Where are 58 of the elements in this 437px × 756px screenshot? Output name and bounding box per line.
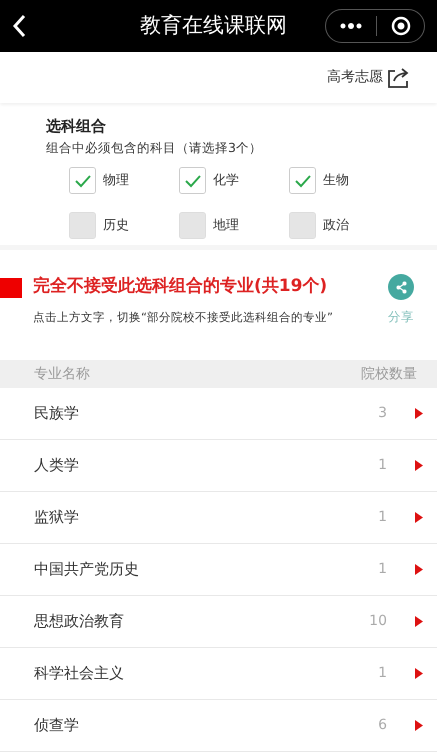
major-name: 民族学 xyxy=(34,403,79,424)
school-count: 6 xyxy=(378,716,387,735)
check-icon xyxy=(184,174,202,188)
more-icon[interactable] xyxy=(340,23,362,29)
major-name: 侦查学 xyxy=(34,715,79,736)
major-name: 科学社会主义 xyxy=(34,663,124,684)
section-hint: 组合中必须包含的科目（请选择3个） xyxy=(46,138,263,156)
subject-checkbox[interactable] xyxy=(69,167,96,194)
subject-checkbox[interactable] xyxy=(289,167,316,194)
window-title: 教育在线课联网 xyxy=(140,12,287,40)
play-arrow-icon xyxy=(415,616,423,627)
school-count: 3 xyxy=(378,404,387,423)
check-icon xyxy=(294,174,312,188)
major-row[interactable]: 民族学 3 xyxy=(0,388,437,440)
play-arrow-icon xyxy=(415,408,423,419)
subject-label: 政治 xyxy=(323,217,349,235)
play-arrow-icon xyxy=(415,512,423,523)
column-header: 院校数量 xyxy=(361,364,417,384)
subject-label: 历史 xyxy=(103,217,129,235)
major-name: 监狱学 xyxy=(34,507,79,528)
play-arrow-icon xyxy=(415,668,423,679)
back-icon[interactable] xyxy=(12,14,26,38)
subject-label: 物理 xyxy=(103,172,129,190)
major-name: 人类学 xyxy=(34,455,79,476)
major-row[interactable]: 科学社会主义 1 xyxy=(0,648,437,700)
subject-checkbox[interactable] xyxy=(179,212,206,240)
heading-marker xyxy=(0,278,22,298)
play-arrow-icon xyxy=(415,564,423,575)
major-name: 中国共产党历史 xyxy=(34,559,139,580)
play-arrow-icon xyxy=(415,720,423,731)
major-row[interactable]: 思想政治教育 10 xyxy=(0,596,437,648)
section-title: 选科组合 xyxy=(46,116,107,137)
major-row[interactable]: 人类学 1 xyxy=(0,440,437,492)
subject-label: 地理 xyxy=(213,217,239,235)
major-row[interactable]: 中国共产党历史 1 xyxy=(0,544,437,596)
check-icon xyxy=(74,174,92,188)
school-count: 1 xyxy=(378,456,387,475)
share-icon xyxy=(394,280,408,294)
subject-label: 化学 xyxy=(213,172,239,190)
share-out-icon[interactable] xyxy=(387,66,411,88)
subject-label: 生物 xyxy=(323,172,349,190)
column-header: 专业名称 xyxy=(34,364,90,384)
subject-checkbox[interactable] xyxy=(289,212,316,240)
close-icon[interactable] xyxy=(391,16,411,36)
subject-checkbox[interactable] xyxy=(69,212,96,240)
subject-checkbox[interactable] xyxy=(179,167,206,194)
school-count: 1 xyxy=(378,560,387,579)
major-row[interactable]: 侦查学 6 xyxy=(0,700,437,752)
major-row[interactable]: 监狱学 1 xyxy=(0,492,437,544)
top-link[interactable]: 高考志愿 xyxy=(327,67,383,88)
school-count: 1 xyxy=(378,664,387,683)
school-count: 1 xyxy=(378,508,387,527)
play-arrow-icon xyxy=(415,460,423,471)
school-count: 10 xyxy=(369,612,387,631)
major-name: 思想政治教育 xyxy=(34,611,124,632)
share-button[interactable] xyxy=(388,274,414,300)
banner-heading[interactable]: 完全不接受此选科组合的专业(共19个) xyxy=(33,274,371,300)
banner-subtext: 点击上方文字，切换“部分院校不接受此选科组合的专业” xyxy=(33,308,334,326)
